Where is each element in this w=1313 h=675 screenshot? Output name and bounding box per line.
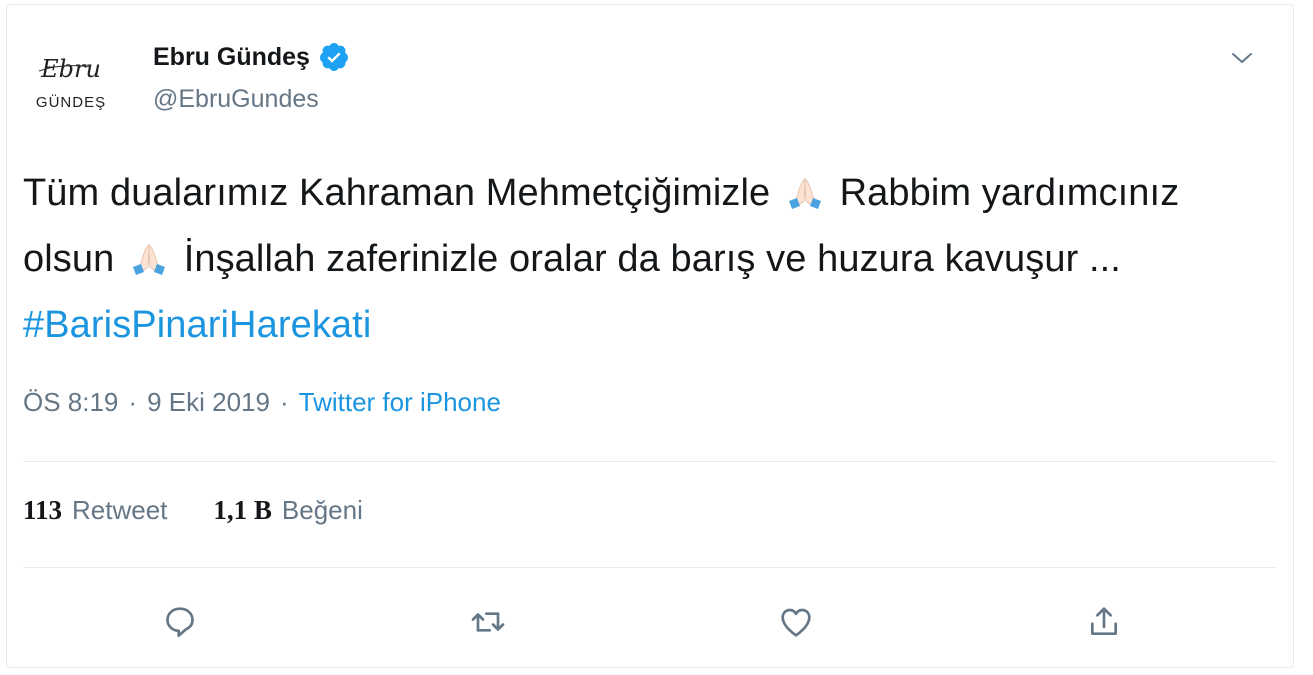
like-stat[interactable]: 1,1 B Beğeni [213,495,362,526]
hashtag-link[interactable]: #BarisPinariHarekati [23,304,371,346]
folded-hands-emoji-icon [785,169,825,229]
reply-icon[interactable] [157,599,203,645]
chevron-down-icon[interactable] [1227,43,1257,73]
tweet-source-link[interactable]: Twitter for iPhone [299,387,501,418]
handle[interactable]: @EbruGundes [153,85,319,114]
divider [23,567,1277,568]
retweet-count: 113 [23,495,63,525]
avatar-logo-wordmark: GÜNDEŞ [36,93,106,111]
like-count: 1,1 B [213,495,272,525]
avatar-logo-script: Ebru [40,55,101,83]
retweet-label: Retweet [72,495,168,525]
heart-icon[interactable] [773,599,819,645]
tweet-text-part-3: İnşallah zaferinizle oralar da barış ve … [183,238,1121,280]
meta-separator: · [279,387,289,417]
like-label: Beğeni [281,495,363,525]
display-name[interactable]: Ebru Gündeş [153,43,310,72]
folded-hands-emoji-icon [129,235,169,295]
retweet-stat[interactable]: 113 Retweet [23,495,167,526]
meta-separator: · [128,387,138,417]
name-row: Ebru Gündeş [153,41,350,73]
tweet-text: Tüm dualarımız Kahraman Mehmetçiğimizle … [23,163,1263,355]
tweet-stats: 113 Retweet 1,1 B Beğeni [23,495,409,526]
avatar[interactable]: Ebru GÜNDEŞ [21,41,121,121]
tweet-card: Ebru GÜNDEŞ Ebru Gündeş @EbruGundes Tüm … [6,4,1294,668]
tweet-meta: ÖS 8:19 · 9 Eki 2019 · Twitter for iPhon… [23,387,501,418]
tweet-text-part-1: Tüm dualarımız Kahraman Mehmetçiğimizle [23,172,771,214]
tweet-date[interactable]: 9 Eki 2019 [147,387,270,418]
tweet-time[interactable]: ÖS 8:19 [23,387,118,418]
verified-badge-icon [318,41,350,73]
action-bar [7,599,1293,649]
retweet-icon[interactable] [465,599,511,645]
share-icon[interactable] [1081,599,1127,645]
avatar-logo: Ebru GÜNDEŞ [36,55,106,111]
divider [23,461,1277,462]
